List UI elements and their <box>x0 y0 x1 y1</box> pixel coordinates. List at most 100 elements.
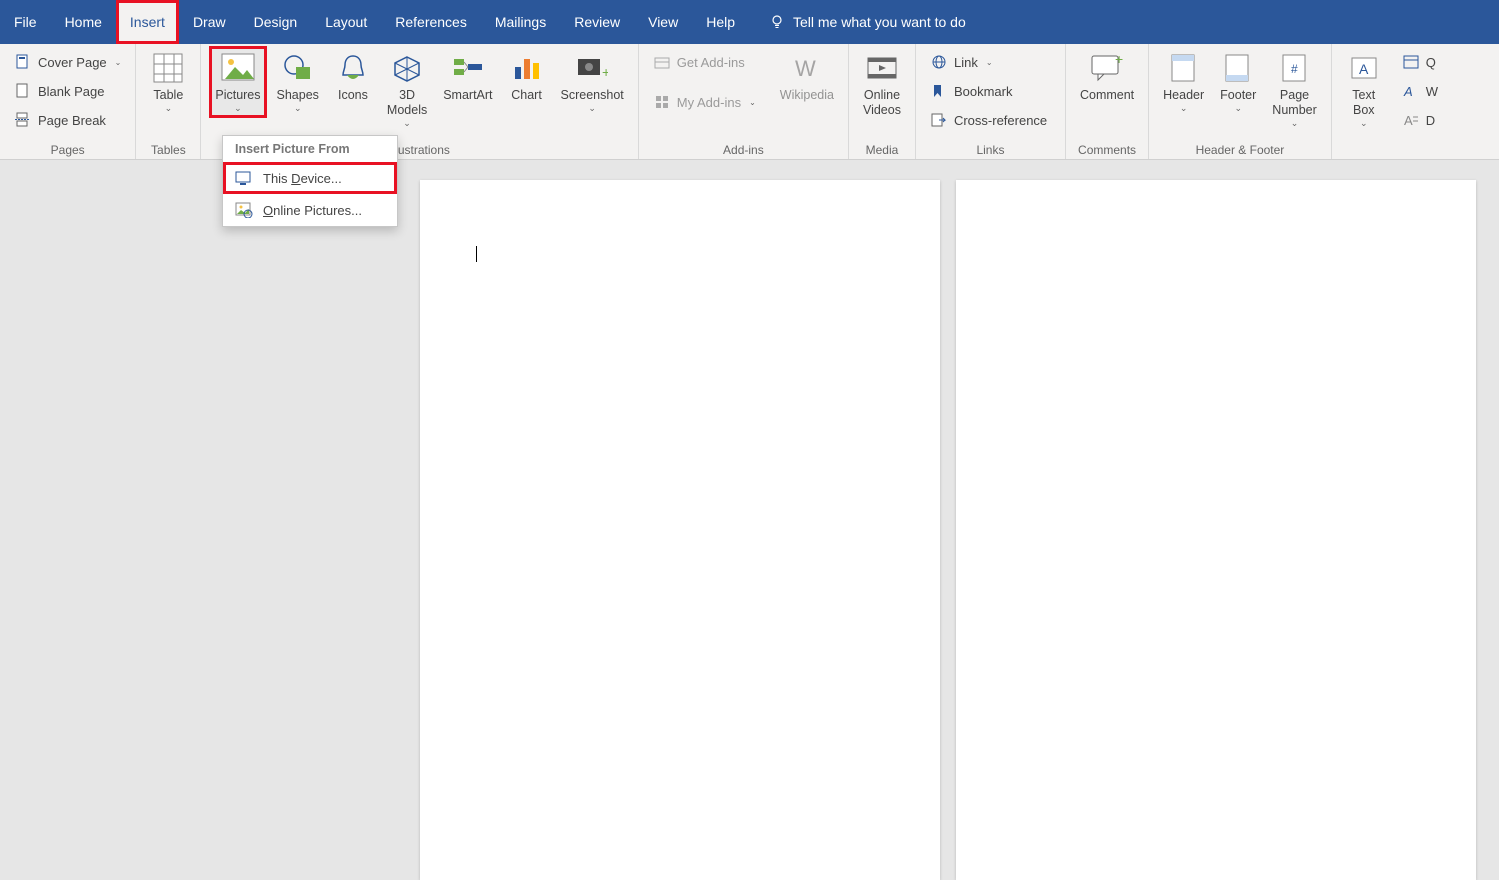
group-links-label: Links <box>926 141 1055 157</box>
tab-draw[interactable]: Draw <box>179 0 240 44</box>
shapes-icon <box>280 50 316 86</box>
screenshot-button[interactable]: + Screenshot⌄ <box>557 48 628 116</box>
3d-models-button[interactable]: 3D Models⌄ <box>383 48 431 131</box>
tab-insert[interactable]: Insert <box>116 0 179 44</box>
chart-button[interactable]: Chart <box>505 48 549 105</box>
bookmark-button[interactable]: Bookmark <box>926 79 1055 103</box>
tab-mailings[interactable]: Mailings <box>481 0 560 44</box>
text-box-button[interactable]: A Text Box⌄ <box>1342 48 1386 131</box>
get-addins-button[interactable]: Get Add-ins <box>649 50 760 74</box>
footer-icon <box>1220 50 1256 86</box>
quick-parts-button[interactable]: Q <box>1398 50 1442 74</box>
dropdown-title: Insert Picture From <box>223 136 397 162</box>
store-icon <box>653 53 671 71</box>
online-videos-label: Online Videos <box>863 88 901 118</box>
chevron-down-icon: ⌄ <box>294 103 302 114</box>
shapes-label: Shapes <box>277 88 319 103</box>
video-icon <box>864 50 900 86</box>
page-number-icon: # <box>1277 50 1313 86</box>
tab-layout[interactable]: Layout <box>311 0 381 44</box>
comment-button[interactable]: + Comment <box>1076 48 1138 105</box>
document-page-2[interactable] <box>956 180 1476 880</box>
group-comments: + Comment Comments <box>1066 44 1149 159</box>
svg-text:A: A <box>1403 84 1413 98</box>
this-device-item[interactable]: This Device... <box>223 162 397 194</box>
footer-label: Footer <box>1220 88 1256 103</box>
table-button[interactable]: Table⌄ <box>146 48 190 116</box>
smartart-label: SmartArt <box>443 88 492 103</box>
page-number-button[interactable]: # Page Number⌄ <box>1268 48 1320 131</box>
footer-button[interactable]: Footer⌄ <box>1216 48 1260 116</box>
group-media-label: Media <box>859 141 905 157</box>
addins-icon <box>653 93 671 111</box>
header-label: Header <box>1163 88 1204 103</box>
tab-help[interactable]: Help <box>692 0 749 44</box>
tab-file[interactable]: File <box>0 0 51 44</box>
svg-text:+: + <box>602 64 608 80</box>
link-button[interactable]: Link⌄ <box>926 50 1055 74</box>
chart-icon <box>509 50 545 86</box>
svg-text:W: W <box>795 56 816 80</box>
chevron-down-icon: ⌄ <box>165 103 173 114</box>
document-page-1[interactable] <box>420 180 940 880</box>
cover-page-icon <box>14 53 32 71</box>
blank-page-icon <box>14 82 32 100</box>
wikipedia-label: Wikipedia <box>780 88 834 103</box>
ribbon-tabs: File Home Insert Draw Design Layout Refe… <box>0 0 1499 44</box>
pictures-button[interactable]: Pictures⌄ <box>211 48 264 116</box>
tell-me-label: Tell me what you want to do <box>793 14 966 30</box>
svg-text:+: + <box>1115 54 1123 67</box>
chevron-down-icon: ⌄ <box>986 58 993 67</box>
comment-label: Comment <box>1080 88 1134 103</box>
3d-models-label: 3D Models <box>387 88 427 118</box>
group-comments-label: Comments <box>1076 141 1138 157</box>
tab-references[interactable]: References <box>381 0 481 44</box>
chevron-down-icon: ⌄ <box>115 58 122 67</box>
tab-review[interactable]: Review <box>560 0 634 44</box>
group-pages-label: Pages <box>10 141 125 157</box>
group-addins: Get Add-ins My Add-ins⌄ W Wikipedia Add-… <box>639 44 849 159</box>
wikipedia-icon: W <box>789 50 825 86</box>
online-videos-button[interactable]: Online Videos <box>859 48 905 120</box>
document-area[interactable] <box>0 160 1499 799</box>
shapes-button[interactable]: Shapes⌄ <box>273 48 323 116</box>
icons-button[interactable]: Icons <box>331 48 375 105</box>
header-button[interactable]: Header⌄ <box>1159 48 1208 116</box>
cross-reference-label: Cross-reference <box>954 113 1047 128</box>
cover-page-button[interactable]: Cover Page⌄ <box>10 50 125 74</box>
bookmark-icon <box>930 82 948 100</box>
screenshot-label: Screenshot <box>561 88 624 103</box>
smartart-icon <box>450 50 486 86</box>
3d-models-icon <box>389 50 425 86</box>
group-tables: Table⌄ Tables <box>136 44 201 159</box>
drop-cap-icon: A <box>1402 111 1420 129</box>
drop-cap-button[interactable]: AD <box>1398 108 1442 132</box>
lightbulb-icon <box>769 14 785 30</box>
cross-reference-button[interactable]: Cross-reference <box>926 108 1055 132</box>
page-number-label: Page Number <box>1272 88 1316 118</box>
cross-reference-icon <box>930 111 948 129</box>
smartart-button[interactable]: SmartArt <box>439 48 496 105</box>
blank-page-button[interactable]: Blank Page <box>10 79 125 103</box>
header-icon <box>1166 50 1202 86</box>
wikipedia-button[interactable]: W Wikipedia <box>776 48 838 105</box>
quick-parts-icon <box>1402 53 1420 71</box>
online-pictures-item[interactable]: Online Pictures... <box>223 194 397 226</box>
my-addins-label: My Add-ins <box>677 95 741 110</box>
chevron-down-icon: ⌄ <box>749 98 756 107</box>
tab-view[interactable]: View <box>634 0 692 44</box>
chevron-down-icon: ⌄ <box>1234 103 1242 114</box>
svg-text:#: # <box>1291 62 1298 76</box>
tell-me-search[interactable]: Tell me what you want to do <box>769 14 966 30</box>
tab-design[interactable]: Design <box>240 0 312 44</box>
wordart-button[interactable]: AW <box>1398 79 1442 103</box>
screenshot-icon: + <box>574 50 610 86</box>
icons-icon <box>335 50 371 86</box>
tab-home[interactable]: Home <box>51 0 116 44</box>
group-text: A Text Box⌄ Q AW AD <box>1332 44 1452 159</box>
group-media: Online Videos Media <box>849 44 916 159</box>
text-box-label: Text Box <box>1352 88 1375 118</box>
group-tables-label: Tables <box>146 141 190 157</box>
my-addins-button[interactable]: My Add-ins ⌄ <box>649 90 760 114</box>
page-break-button[interactable]: Page Break <box>10 108 125 132</box>
